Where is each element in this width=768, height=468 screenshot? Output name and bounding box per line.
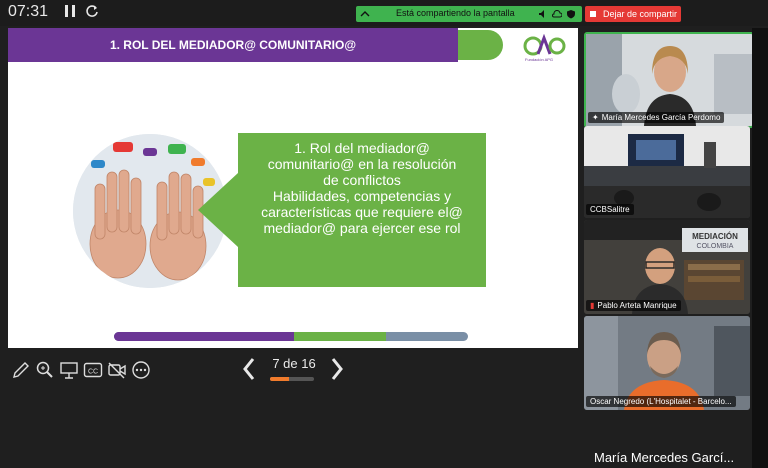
callout-line: mediador@ para ejercer ese rol (263, 220, 461, 236)
side-panel-strip (752, 28, 768, 468)
stop-sharing-button[interactable]: Dejar de compartir (585, 6, 681, 22)
shared-slide: 1. ROL DEL MEDIADOR@ COMUNITARIO@ Fundac… (8, 28, 578, 348)
fundacion-logo (523, 34, 566, 56)
refresh-icon[interactable] (84, 4, 100, 20)
stop-sharing-label: Dejar de compartir (603, 9, 678, 19)
callout-line: 1. Rol del mediador@ (294, 140, 430, 156)
pin-icon: ✦ (592, 113, 599, 122)
svg-text:CC: CC (88, 369, 98, 376)
zoom-icon[interactable] (34, 360, 56, 382)
chevron-left-icon (243, 358, 255, 380)
participant-name: Oscar Negredo (L'Hospitalet - Barcelo... (590, 397, 732, 406)
stop-icon (590, 11, 596, 17)
next-slide-button[interactable] (328, 356, 346, 386)
chevron-right-icon (331, 358, 343, 380)
meeting-timer: 07:31 (8, 3, 49, 20)
slide-title: 1. ROL DEL MEDIADOR@ COMUNITARIO@ (109, 38, 357, 52)
participant-name: María Mercedes García Perdomo (601, 113, 721, 122)
pause-icon[interactable] (62, 4, 78, 20)
svg-text:COLOMBIA: COLOMBIA (697, 243, 734, 250)
sharing-banner: Está compartiendo la pantalla (356, 6, 582, 22)
video-off-icon[interactable] (106, 360, 128, 382)
previous-slide-button[interactable] (240, 356, 258, 386)
cloud-icon[interactable] (552, 9, 562, 19)
participant-name: Pablo Arteta Manrique (597, 301, 677, 310)
participant-name-tag: ▮ Pablo Arteta Manrique (586, 300, 681, 311)
callout-line: Habilidades, competencias y (272, 188, 452, 204)
more-icon[interactable] (130, 360, 152, 382)
top-bar: 07:31 Está compartiendo la pantalla Deja… (0, 0, 768, 26)
callout-line: de conflictos (323, 172, 401, 188)
pen-icon[interactable] (10, 360, 32, 382)
share-arrow-icon (360, 11, 370, 17)
audio-icon[interactable] (538, 9, 548, 19)
callout-line: características que requiere el@ (261, 204, 463, 220)
progress-segment-green (294, 332, 386, 341)
mic-muted-icon: ▮ (590, 301, 595, 310)
logo-text: Fundación APG (525, 57, 554, 62)
sharing-text: Está compartiendo la pantalla (396, 8, 515, 18)
slide-progress-bar (114, 332, 468, 341)
participant-name: CCBSalitre (590, 205, 630, 214)
svg-text:MEDIACIÓN: MEDIACIÓN (692, 232, 738, 241)
page-progress-fill (270, 377, 290, 381)
participant-tile[interactable]: MEDIACIÓN COLOMBIA ▮ Pablo Arteta Manriqu… (584, 220, 750, 314)
participant-tile[interactable]: Oscar Negredo (L'Hospitalet - Barcelo... (584, 316, 750, 410)
shield-icon[interactable] (566, 9, 576, 19)
participant-tile[interactable]: ✦ María Mercedes García Perdomo (584, 32, 754, 128)
callout-text: 1. Rol del mediador@ comunitario@ en la … (248, 140, 476, 236)
participant-tile[interactable]: CCBSalitre (584, 126, 750, 218)
participant-name-tag: Oscar Negredo (L'Hospitalet - Barcelo... (586, 396, 736, 407)
pointer-icon[interactable] (58, 360, 80, 382)
captions-icon[interactable]: CC (82, 360, 104, 382)
page-progress (270, 377, 314, 381)
page-indicator: 7 de 16 (272, 356, 316, 371)
participant-name-tag: ✦ María Mercedes García Perdomo (588, 112, 725, 123)
callout-line: comunitario@ en la resolución (267, 156, 457, 172)
active-speaker-name: María Mercedes Garcí... (594, 450, 735, 465)
progress-segment-purple (114, 332, 294, 341)
participant-name-tag: CCBSalitre (586, 204, 634, 215)
